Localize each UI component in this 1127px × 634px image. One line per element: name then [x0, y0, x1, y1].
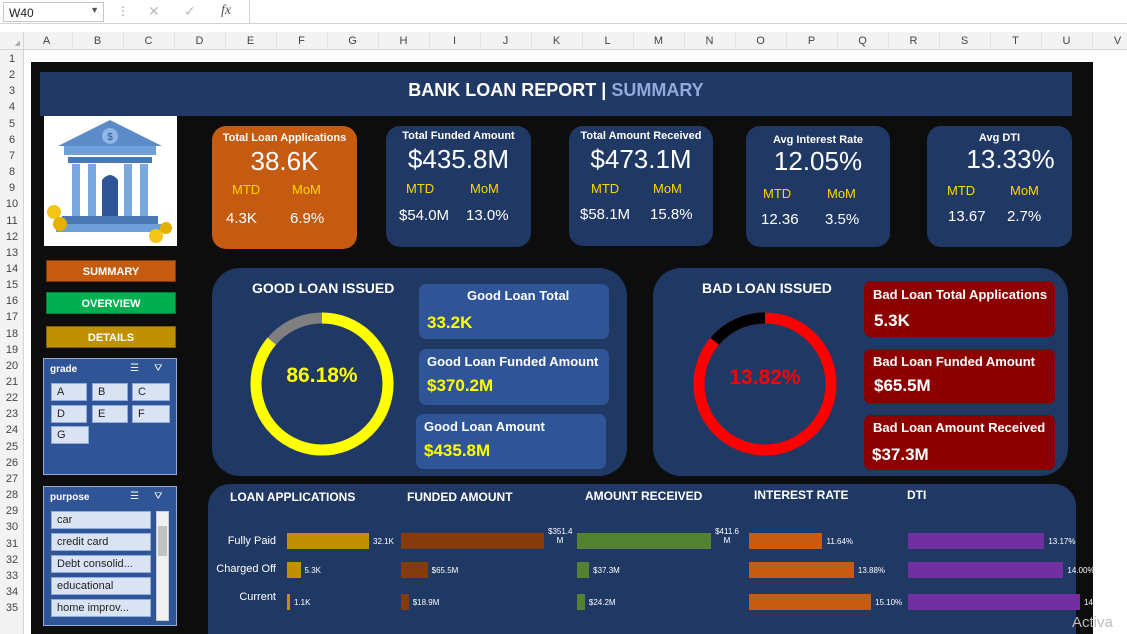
bar-value-label: 13.88% [857, 566, 886, 575]
bar [287, 594, 290, 610]
bar-value-label: $411.6 M [715, 527, 739, 545]
bar [749, 594, 871, 610]
bar [749, 533, 823, 549]
bar-value-label: 15.10% [875, 598, 903, 607]
bar-value-label: $351.4 M [548, 527, 573, 545]
bar-value-label: 11.64% [826, 537, 854, 546]
bar-value-label: 32.1K [373, 537, 394, 546]
bar-value-label: 13.17% [1048, 537, 1076, 546]
bar [577, 594, 585, 610]
bar [908, 594, 1080, 610]
bar [908, 533, 1045, 549]
activation-watermark: Activa [1072, 614, 1113, 631]
bar-value-label: 5.3K [304, 566, 321, 575]
bar [401, 533, 544, 549]
bar [577, 533, 711, 549]
bar-value-label: 14.72% [1084, 598, 1112, 607]
bar [287, 562, 301, 578]
bar-charts: 32.1K 5.3K 1.1K $351.4 M $65.5M $18.9M $411.6 … [0, 0, 1127, 634]
bar-value-label: 14.00% [1067, 566, 1095, 575]
bar [401, 594, 409, 610]
bar [401, 562, 428, 578]
bar-value-label: $24.2M [588, 598, 616, 607]
bar [749, 562, 854, 578]
bar-value-label: $18.9M [412, 598, 440, 607]
bar [577, 562, 590, 578]
bar-value-label: $65.5M [431, 566, 459, 575]
bar-value-label: $37.3M [593, 566, 620, 575]
bar-value-label: 1.1K [294, 598, 311, 607]
bar [908, 562, 1064, 578]
bar [287, 533, 369, 549]
